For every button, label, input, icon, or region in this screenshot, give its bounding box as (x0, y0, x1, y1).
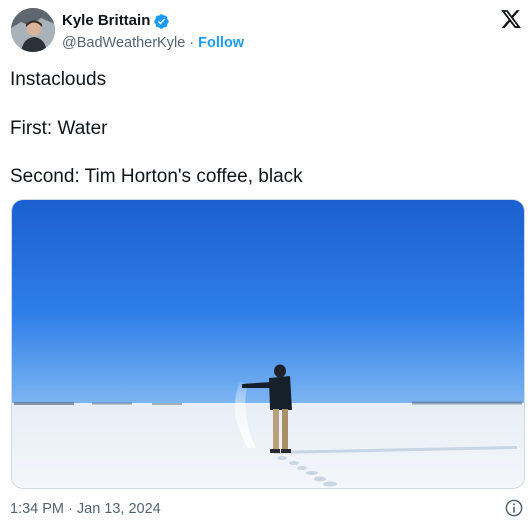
avatar[interactable] (11, 8, 55, 52)
media-image (12, 200, 524, 488)
tweet-text-line-3: Second: Tim Horton's coffee, black (10, 166, 303, 187)
x-logo-icon[interactable] (500, 8, 522, 30)
tweet-text-line-1: Instaclouds (10, 69, 107, 90)
separator-dot: · (189, 35, 195, 51)
author-name[interactable]: Kyle Brittain (62, 11, 150, 31)
follow-button[interactable]: Follow (198, 35, 244, 51)
tweet-timestamp[interactable]: 1:34 PM · Jan 13, 2024 (10, 499, 161, 519)
avatar-image (11, 8, 55, 52)
tweet-text-line-2: First: Water (10, 118, 108, 139)
author-handle-row: @BadWeatherKyle · Follow (62, 33, 244, 53)
author-handle[interactable]: @BadWeatherKyle (62, 35, 185, 51)
tweet-media-gif[interactable] (11, 199, 525, 489)
info-icon[interactable] (504, 498, 524, 518)
verified-badge-icon (154, 14, 169, 29)
